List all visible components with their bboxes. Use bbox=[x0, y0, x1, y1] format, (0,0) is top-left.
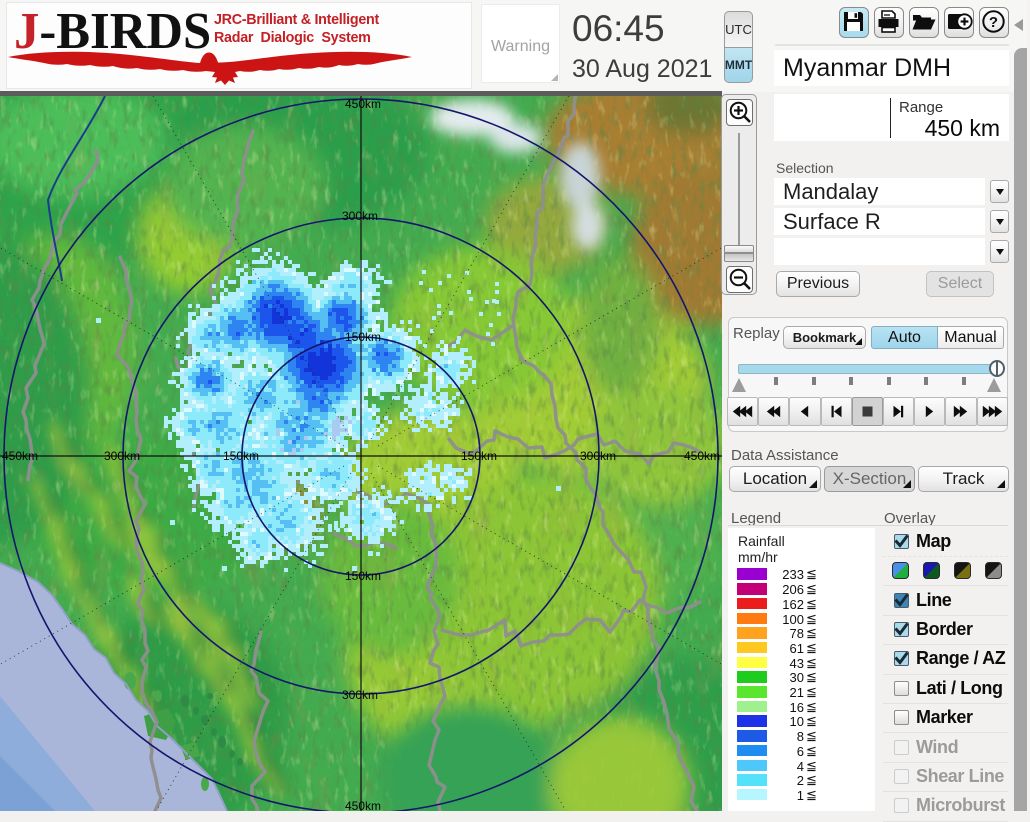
svg-text:150km: 150km bbox=[461, 449, 497, 463]
svg-text:450km: 450km bbox=[345, 799, 381, 811]
svg-text:?: ? bbox=[989, 14, 998, 31]
svg-text:450km: 450km bbox=[2, 449, 38, 463]
svg-text:300km: 300km bbox=[342, 209, 378, 223]
svg-text:150km: 150km bbox=[345, 569, 381, 583]
svg-text:300km: 300km bbox=[104, 449, 140, 463]
svg-text:450km: 450km bbox=[345, 97, 381, 111]
svg-text:150km: 150km bbox=[345, 330, 381, 344]
svg-text:150km: 150km bbox=[223, 449, 259, 463]
svg-text:300km: 300km bbox=[342, 688, 378, 702]
svg-text:300km: 300km bbox=[580, 449, 616, 463]
svg-text:450km: 450km bbox=[684, 449, 720, 463]
